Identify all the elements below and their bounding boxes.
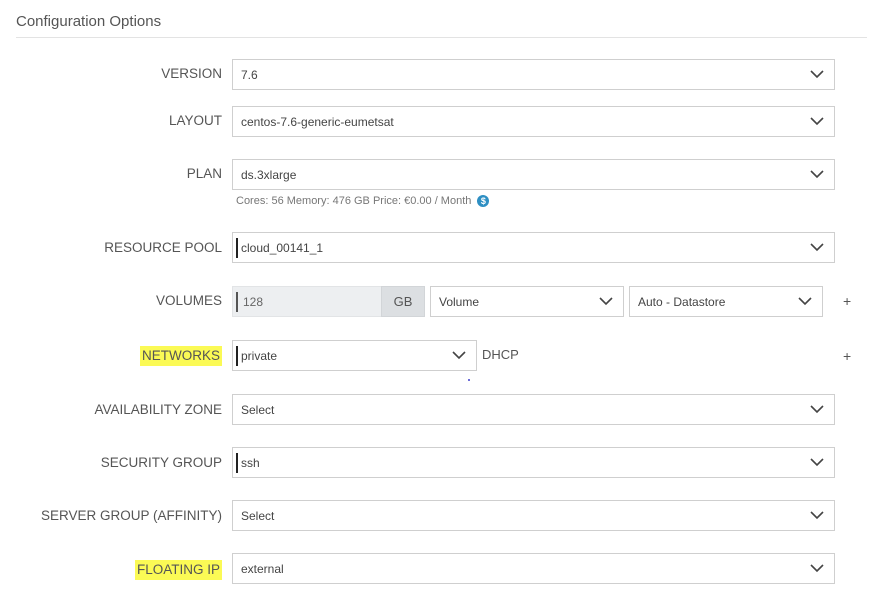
volume-type-value: Volume [439, 295, 480, 309]
security-group-value: ssh [241, 456, 260, 470]
availability-zone-value: Select [241, 403, 275, 417]
version-value: 7.6 [241, 68, 258, 82]
volume-unit-label: GB [381, 286, 425, 317]
server-group-value: Select [241, 509, 275, 523]
floating-ip-select[interactable]: external [232, 553, 835, 584]
chevron-down-icon [810, 405, 824, 414]
chevron-down-icon [810, 564, 824, 573]
version-label: VERSION [161, 66, 222, 81]
network-value: private [241, 349, 278, 363]
section-divider [16, 37, 867, 38]
focus-indicator [236, 346, 238, 366]
layout-value: centos-7.6-generic-eumetsat [241, 115, 394, 129]
resource-pool-select[interactable]: cloud_00141_1 [232, 232, 835, 263]
focus-indicator [236, 292, 238, 312]
chevron-down-icon [810, 70, 824, 79]
chevron-down-icon [452, 351, 466, 360]
plan-select[interactable]: ds.3xlarge [232, 159, 835, 190]
security-group-select[interactable]: ssh [232, 447, 835, 478]
focus-indicator [236, 453, 238, 473]
resource-pool-value: cloud_00141_1 [241, 241, 324, 255]
add-volume-button[interactable]: + [843, 294, 851, 308]
server-group-label: SERVER GROUP (AFFINITY) [40, 508, 222, 523]
plan-specs-hint: Cores: 56 Memory: 476 GB Price: €0.00 / … [236, 195, 490, 207]
datastore-value: Auto - Datastore [638, 295, 726, 309]
resource-pool-label: RESOURCE POOL [104, 240, 222, 255]
section-title: Configuration Options [16, 13, 162, 30]
volume-size-value: 128 [243, 295, 264, 309]
security-group-label: SECURITY GROUP [100, 455, 222, 470]
version-select[interactable]: 7.6 [232, 59, 835, 90]
plan-label: PLAN [186, 166, 222, 181]
network-select[interactable]: private [232, 340, 477, 371]
datastore-select[interactable]: Auto - Datastore [629, 286, 823, 317]
plan-specs-text: Cores: 56 Memory: 476 GB Price: €0.00 / … [236, 195, 472, 207]
server-group-select[interactable]: Select [232, 500, 835, 531]
layout-label: LAYOUT [168, 113, 222, 128]
volume-type-select[interactable]: Volume [430, 286, 624, 317]
networks-label: NETWORKS [139, 346, 222, 366]
availability-zone-select[interactable]: Select [232, 394, 835, 425]
chevron-down-icon [810, 170, 824, 179]
availability-zone-label: AVAILABILITY ZONE [94, 402, 222, 417]
add-network-button[interactable]: + [843, 349, 851, 363]
chevron-down-icon [810, 117, 824, 126]
plan-value: ds.3xlarge [241, 168, 297, 182]
volume-size-input[interactable]: 128 [232, 286, 382, 317]
chevron-down-icon [810, 243, 824, 252]
network-mode-label: DHCP [482, 347, 519, 362]
floating-ip-value: external [241, 562, 284, 576]
chevron-down-icon [810, 458, 824, 467]
volumes-label: VOLUMES [155, 293, 222, 308]
focus-indicator [236, 238, 238, 258]
stray-dot [468, 379, 470, 381]
chevron-down-icon [798, 297, 812, 306]
chevron-down-icon [599, 297, 613, 306]
dollar-info-icon[interactable]: $ [477, 195, 490, 207]
layout-select[interactable]: centos-7.6-generic-eumetsat [232, 106, 835, 137]
floating-ip-label: FLOATING IP [134, 560, 222, 580]
chevron-down-icon [810, 511, 824, 520]
